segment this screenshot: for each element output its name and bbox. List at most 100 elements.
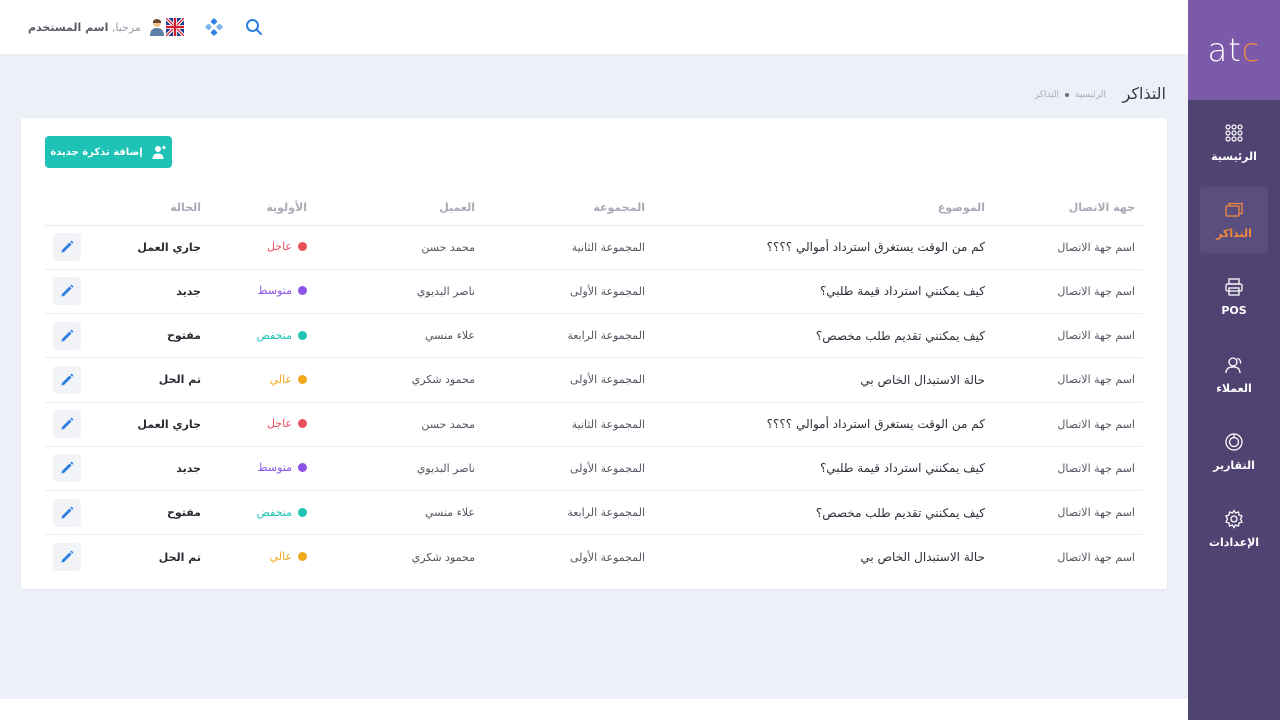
sidebar-item-tickets[interactable]: التذاكر (1200, 187, 1268, 253)
col-contact[interactable]: جهة الاتصال (993, 190, 1143, 226)
col-subject[interactable]: الموضوع (653, 190, 993, 226)
cell-subject[interactable]: حالة الاستبدال الخاص بي (653, 535, 993, 579)
sidebar-item-reports[interactable]: التقارير (1200, 419, 1268, 485)
sidebar-item-label: POS (1221, 304, 1247, 317)
cell-contact: اسم جهة الاتصال (993, 313, 1143, 359)
breadcrumb: الرئيسية التذاكر (1035, 90, 1106, 100)
cell-customer: محمد حسن (315, 402, 483, 447)
sidebar: atc الرئيسية التذاكر POS العملاء التقاري… (1188, 0, 1280, 720)
priority-label: عاجل (266, 240, 292, 254)
priority-dot (298, 330, 307, 340)
cell-group: المجموعة الأولى (483, 269, 653, 315)
apps-button[interactable] (205, 17, 223, 37)
table-row[interactable]: اسم جهة الاتصال كيف يمكنني استرداد قيمة … (45, 446, 1143, 492)
sidebar-item-label: العملاء (1216, 382, 1252, 395)
edit-button[interactable] (53, 365, 81, 394)
tickets-icon (1225, 202, 1243, 217)
breadcrumb-home[interactable]: الرئيسية (1075, 90, 1106, 100)
sidebar-item-pos[interactable]: POS (1200, 264, 1268, 330)
pencil-icon (61, 285, 74, 297)
add-ticket-label: إضافة تذكرة جديدة (50, 146, 143, 158)
cell-group: المجموعة الرابعة (483, 313, 653, 359)
col-actions (45, 190, 105, 226)
cell-subject[interactable]: كم من الوقت يستغرق استرداد أموالي ؟؟؟؟ (653, 402, 993, 447)
cell-actions (45, 313, 105, 359)
cell-contact: اسم جهة الاتصال (993, 357, 1143, 403)
edit-button[interactable] (53, 321, 81, 350)
cell-group: المجموعة الرابعة (483, 490, 653, 536)
user-avatar-icon (149, 19, 164, 36)
logo: atc (1208, 31, 1261, 69)
cell-subject[interactable]: حالة الاستبدال الخاص بي (653, 357, 993, 403)
edit-button[interactable] (53, 543, 81, 572)
col-customer[interactable]: العميل (315, 190, 483, 226)
priority-dot (298, 242, 307, 252)
tickets-table: جهة الاتصال الموضوع المجموعة العميل الأو… (45, 190, 1143, 579)
cell-status: مفتوح (105, 490, 209, 536)
edit-button[interactable] (53, 277, 81, 306)
add-ticket-button[interactable]: إضافة تذكرة جديدة (45, 136, 172, 168)
priority-label: منخفض (256, 505, 292, 519)
priority-label: متوسط (257, 461, 292, 475)
priority-badge: عالي (270, 373, 307, 386)
table-row[interactable]: اسم جهة الاتصال كم من الوقت يستغرق استرد… (45, 225, 1143, 270)
priority-dot (298, 552, 307, 562)
priority-label: منخفض (256, 328, 292, 342)
priority-label: عاجل (266, 417, 292, 431)
sidebar-item-customers[interactable]: العملاء (1200, 342, 1268, 408)
cell-subject[interactable]: كيف يمكنني تقديم طلب مخصص؟ (653, 490, 993, 536)
edit-button[interactable] (53, 498, 81, 527)
cell-priority: عاجل (209, 402, 315, 447)
cell-contact: اسم جهة الاتصال (1057, 550, 1135, 564)
priority-label: عالي (269, 550, 292, 564)
pencil-icon (61, 462, 74, 474)
priority-badge: متوسط (257, 284, 307, 297)
cell-status: جاري العمل (105, 402, 209, 447)
cell-subject[interactable]: كيف يمكنني استرداد قيمة طلبي؟ (653, 446, 993, 492)
pencil-icon (61, 417, 74, 430)
priority-dot (298, 419, 307, 429)
sidebar-item-settings[interactable]: الإعدادات (1200, 496, 1268, 562)
logo-accent: c (1241, 31, 1261, 69)
cell-group: المجموعة الأولى (483, 357, 653, 403)
cell-status: تم الحل (158, 550, 201, 564)
uk-flag-icon (166, 18, 184, 36)
search-button[interactable] (245, 17, 263, 37)
priority-label: عالي (269, 372, 292, 386)
cell-subject[interactable]: كيف يمكنني تقديم طلب مخصص؟ (653, 313, 993, 359)
table-row[interactable]: اسم جهة الاتصال كيف يمكنني استرداد قيمة … (45, 269, 1143, 315)
add-user-icon (152, 145, 166, 159)
logo-area[interactable]: atc (1188, 0, 1280, 100)
col-status[interactable]: الحالة (105, 190, 209, 226)
cell-actions (45, 269, 105, 315)
cell-priority: عالي (209, 357, 315, 403)
edit-button[interactable] (53, 233, 81, 262)
col-group[interactable]: المجموعة (483, 190, 653, 226)
cell-status: تم الحل (105, 357, 209, 403)
pencil-icon (61, 329, 74, 342)
cell-priority: منخفض (209, 313, 315, 359)
sidebar-item-home[interactable]: الرئيسية (1200, 110, 1268, 176)
language-switch[interactable] (166, 17, 184, 37)
table-row[interactable]: اسم جهة الاتصال كيف يمكنني تقديم طلب مخص… (45, 490, 1143, 536)
col-priority[interactable]: الأولوية (209, 190, 315, 226)
table-header-row: جهة الاتصال الموضوع المجموعة العميل الأو… (45, 190, 1143, 226)
cell-subject[interactable]: كيف يمكنني استرداد قيمة طلبي؟ (653, 269, 993, 315)
cell-customer: ناصر البديوي (315, 446, 483, 492)
gear-icon (1225, 509, 1243, 529)
table-row[interactable]: اسم جهة الاتصال كم من الوقت يستغرق استرد… (45, 402, 1143, 447)
cell-subject[interactable]: كم من الوقت يستغرق استرداد أموالي ؟؟؟؟ (653, 225, 993, 270)
cell-priority: منخفض (209, 490, 315, 536)
cell-contact: اسم جهة الاتصال (993, 402, 1143, 447)
edit-button[interactable] (53, 454, 81, 483)
user-menu[interactable]: مرحبا, اسم المستخدم (28, 17, 165, 37)
table-row[interactable]: اسم جهة الاتصال حالة الاستبدال الخاص بي … (45, 535, 1143, 579)
cell-status: جديد (105, 446, 209, 492)
top-bar: مرحبا, اسم المستخدم (0, 0, 1188, 54)
cell-status: جاري العمل (105, 225, 209, 270)
cell-group: المجموعة الثانية (483, 402, 653, 447)
table-row[interactable]: اسم جهة الاتصال كيف يمكنني تقديم طلب مخص… (45, 313, 1143, 359)
edit-button[interactable] (53, 410, 81, 439)
cell-contact: اسم جهة الاتصال (993, 490, 1143, 536)
table-row[interactable]: اسم جهة الاتصال حالة الاستبدال الخاص بي … (45, 357, 1143, 403)
